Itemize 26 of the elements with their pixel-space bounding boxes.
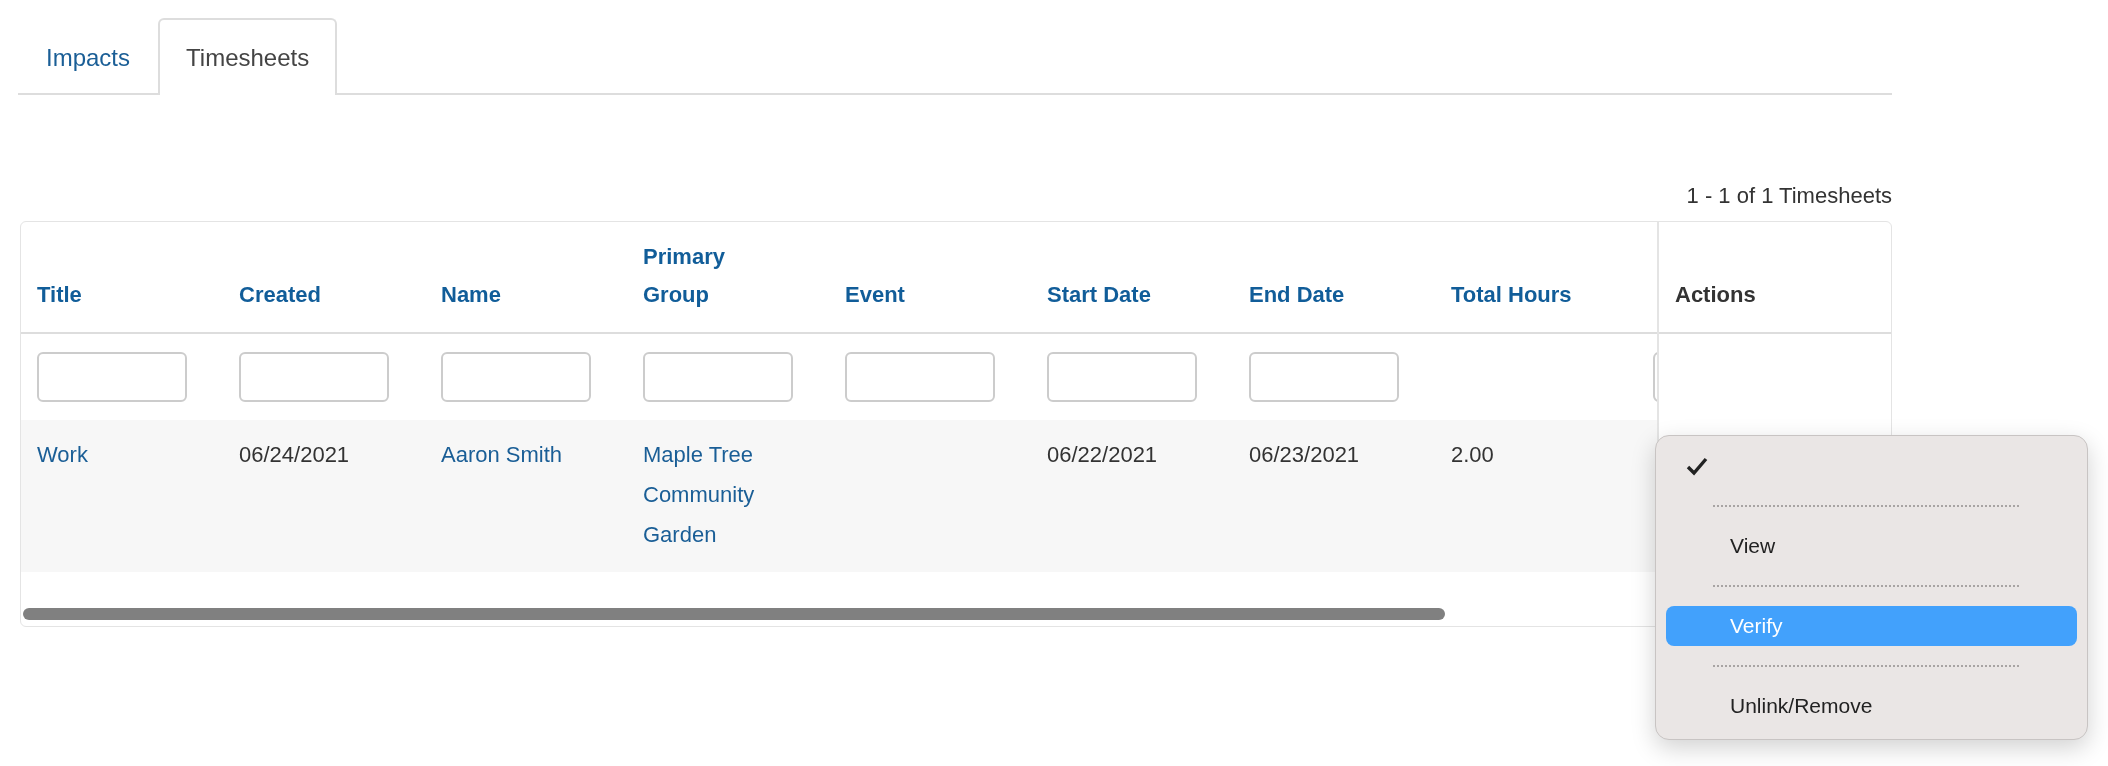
column-header[interactable]: Title	[37, 276, 82, 314]
scrollbar-thumb[interactable]	[23, 608, 1445, 620]
pagination-summary: 1 - 1 of 1 Timesheets	[1686, 183, 1892, 209]
column-header[interactable]: Primary Group	[643, 238, 773, 314]
filter-input[interactable]	[643, 352, 793, 402]
table-cell-text: 2.00	[1451, 441, 1495, 469]
column-header: Actions	[1675, 281, 1756, 309]
filter-input[interactable]	[441, 352, 591, 402]
filter-input[interactable]	[1047, 352, 1197, 402]
filter-input[interactable]	[37, 352, 187, 402]
column-header[interactable]: Name	[441, 276, 501, 314]
table-cell-text: 06/24/2021	[239, 441, 351, 469]
table-cell-text: 06/22/2021	[1047, 441, 1159, 469]
filter-input[interactable]	[239, 352, 389, 402]
filter-input[interactable]	[1249, 352, 1399, 402]
column-header[interactable]: End Date	[1249, 276, 1345, 314]
menu-item[interactable]: Unlink/Remove	[1666, 686, 2077, 726]
tab[interactable]: Timesheets	[158, 18, 338, 95]
column-header[interactable]: Event	[845, 276, 905, 314]
tab[interactable]: Impacts	[18, 18, 159, 95]
filter-input[interactable]	[845, 352, 995, 402]
column-header[interactable]: Start Date	[1047, 276, 1151, 314]
column-header[interactable]: Total Hours	[1451, 276, 1572, 314]
table-cell-text: 06/23/2021	[1249, 441, 1361, 469]
column-header[interactable]: Created	[239, 276, 321, 314]
menu-item[interactable]: View	[1666, 526, 2077, 566]
